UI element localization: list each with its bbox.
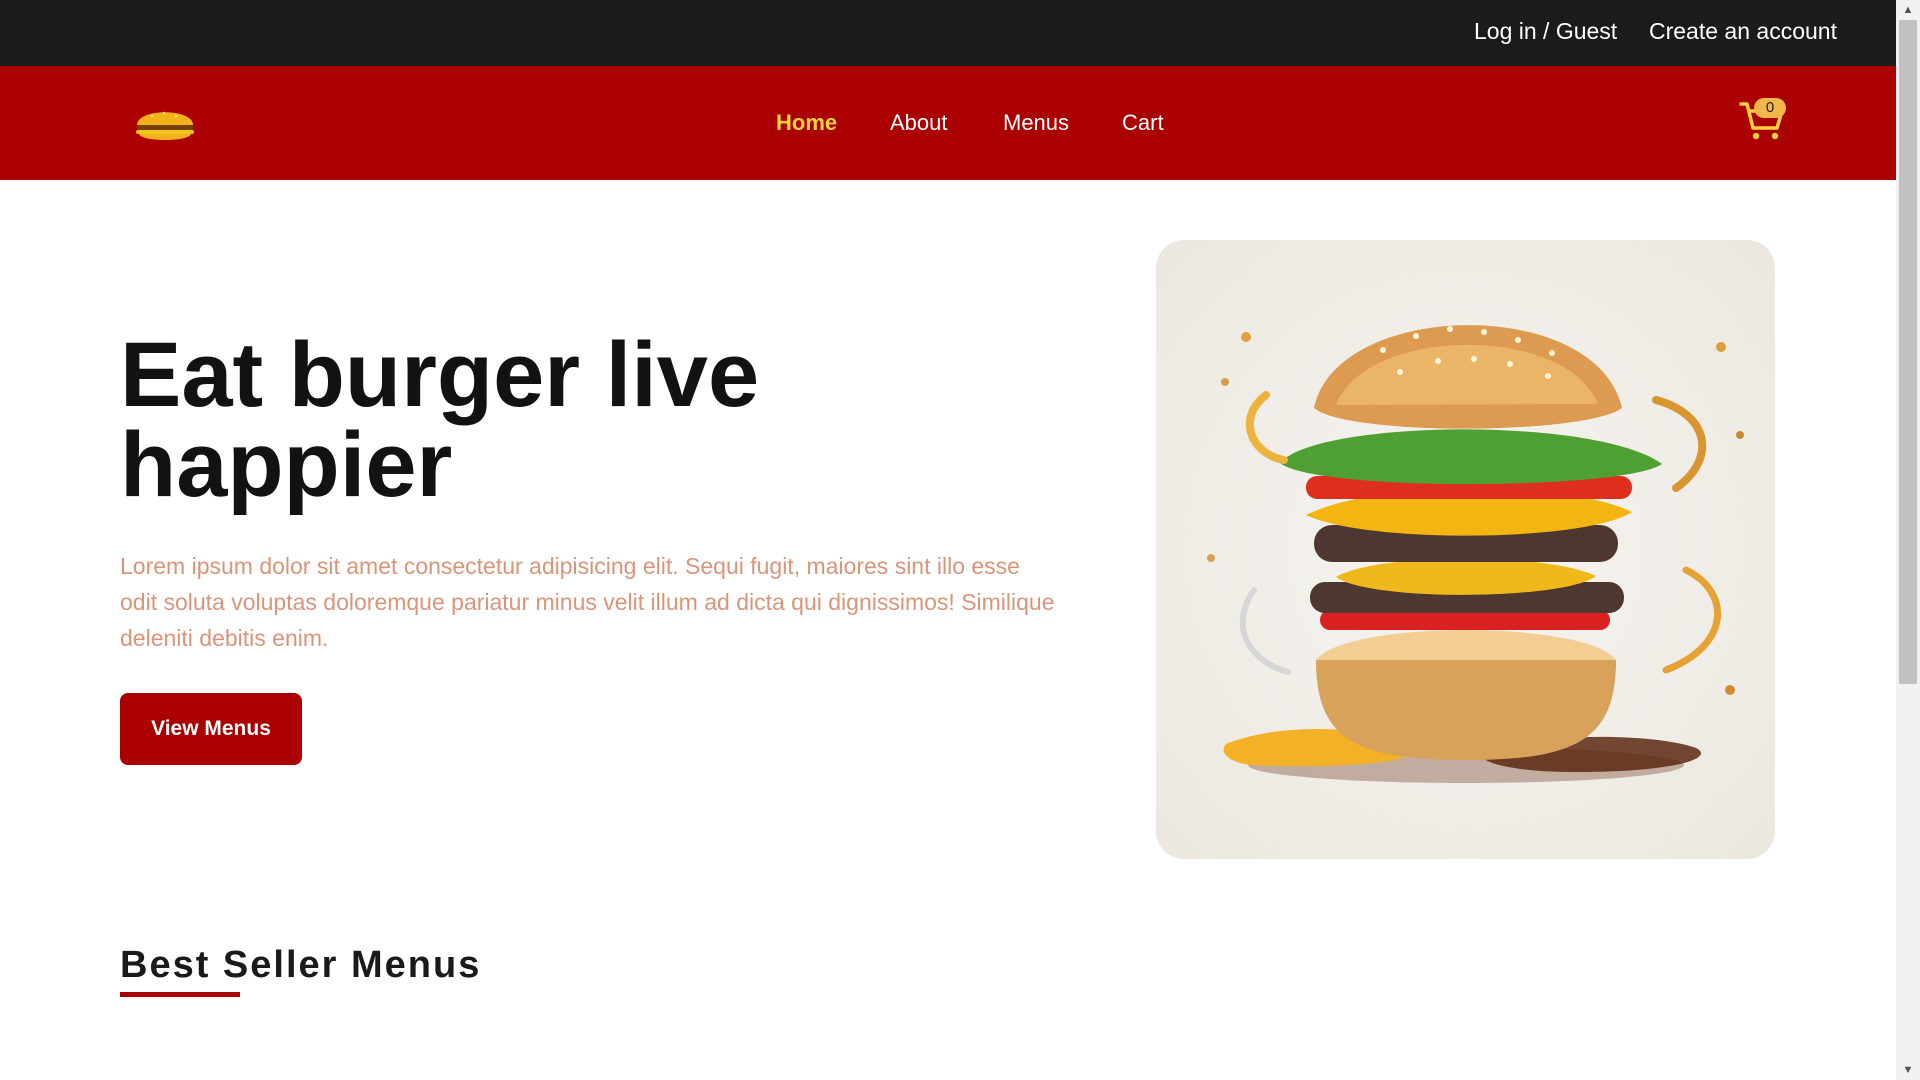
nav-about[interactable]: About <box>890 110 948 136</box>
burger-logo-icon[interactable] <box>132 102 198 146</box>
best-seller-title: Best Seller Menus <box>120 944 482 986</box>
main-navigation: Home About Menus Cart <box>0 66 1896 180</box>
scroll-down-arrow[interactable]: ▼ <box>1896 1060 1920 1080</box>
hero-title: Eat burger live happier <box>120 329 1020 511</box>
vertical-scrollbar[interactable]: ▲ ▼ <box>1896 0 1920 1080</box>
nav-home[interactable]: Home <box>776 110 837 136</box>
scroll-thumb[interactable] <box>1899 20 1917 684</box>
section-title-underline <box>120 992 240 997</box>
nav-cart[interactable]: Cart <box>1122 110 1164 136</box>
hero-title-line-2: happier <box>120 414 453 516</box>
page-content: Log in / Guest Create an account Home Ab… <box>0 0 1896 1080</box>
nav-menus[interactable]: Menus <box>1003 110 1069 136</box>
top-bar: Log in / Guest Create an account <box>0 0 1896 66</box>
scroll-up-arrow[interactable]: ▲ <box>1896 0 1920 20</box>
hero-description: Lorem ipsum dolor sit amet consectetur a… <box>120 553 1055 651</box>
login-guest-link[interactable]: Log in / Guest <box>1474 18 1617 45</box>
burger-illustration <box>1207 325 1744 783</box>
view-menus-button[interactable]: View Menus <box>120 693 302 765</box>
hero-burger-image <box>1156 240 1775 859</box>
cart-count-badge: 0 <box>1754 98 1786 118</box>
page: Log in / Guest Create an account Home Ab… <box>0 0 1920 1080</box>
create-account-link[interactable]: Create an account <box>1649 18 1837 45</box>
hero-title-line-1: Eat burger live <box>120 324 760 426</box>
